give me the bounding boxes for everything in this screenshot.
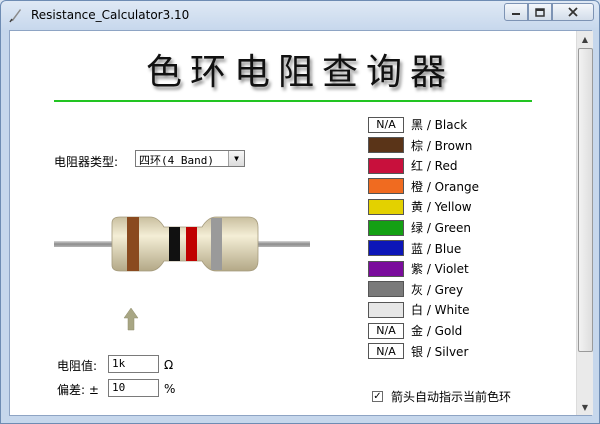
color-name: 绿 / Green <box>411 221 472 235</box>
feather-pen-icon <box>9 9 21 23</box>
close-icon <box>568 7 578 17</box>
band-1 <box>127 217 139 271</box>
color-row[interactable]: 红 / Red <box>368 157 457 174</box>
color-row[interactable]: 黄 / Yellow <box>368 198 472 215</box>
color-swatch[interactable]: N/A <box>368 322 404 339</box>
color-name: 棕 / Brown <box>411 138 473 153</box>
scroll-down-icon[interactable]: ▼ <box>577 399 593 415</box>
resistor-type-value: 四环(4 Band) <box>139 154 214 167</box>
color-row[interactable]: 紫 / Violet <box>368 260 469 277</box>
color-row[interactable]: N/A 黑 / Black <box>368 116 467 133</box>
client-area: 色环电阻查询器 电阻器类型: 四环(4 Band) ▼ 电阻值: 1k Ω 偏差… <box>9 30 593 416</box>
color-name: 黑 / Black <box>411 118 468 132</box>
band-4 <box>211 218 222 270</box>
color-row[interactable]: 棕 / Brown <box>368 137 472 154</box>
minimize-icon <box>512 13 520 15</box>
band-2 <box>169 227 180 261</box>
vertical-scrollbar[interactable]: ▲ ▼ <box>576 31 593 415</box>
resistance-input[interactable]: 1k <box>108 355 159 373</box>
scroll-up-icon[interactable]: ▲ <box>577 31 593 47</box>
close-button[interactable] <box>552 3 594 21</box>
color-swatch[interactable]: N/A <box>368 116 404 133</box>
color-name: 橙 / Orange <box>411 179 480 194</box>
window-title: Resistance_Calculator3.10 <box>31 8 190 22</box>
right-lead <box>254 241 310 247</box>
color-swatch[interactable] <box>368 157 404 174</box>
color-swatch[interactable] <box>368 240 404 257</box>
color-swatch[interactable] <box>368 137 404 154</box>
color-name: 红 / Red <box>411 159 458 174</box>
color-swatch[interactable] <box>368 219 404 236</box>
color-swatch[interactable]: N/A <box>368 343 404 360</box>
color-name: 黄 / Yellow <box>411 200 472 215</box>
color-name: 灰 / Grey <box>411 282 464 297</box>
left-lead <box>54 241 114 247</box>
color-name: 银 / Silver <box>411 344 469 359</box>
band-pointer-arrow-icon[interactable] <box>123 307 139 331</box>
color-swatch[interactable] <box>368 281 404 298</box>
maximize-button[interactable] <box>528 3 552 21</box>
minimize-button[interactable] <box>504 3 528 21</box>
color-name: 紫 / Violet <box>411 262 469 277</box>
resistance-label: 电阻值: <box>57 359 98 373</box>
tolerance-input[interactable]: 10 <box>108 379 159 397</box>
color-row[interactable]: 白 / White <box>368 301 470 318</box>
scrollbar-thumb[interactable] <box>578 48 593 352</box>
auto-arrow-option[interactable]: ✓ 箭头自动指示当前色环 <box>372 388 511 405</box>
dropdown-arrow-icon[interactable]: ▼ <box>228 151 244 166</box>
color-row[interactable]: N/A 金 / Gold <box>368 322 462 339</box>
ohm-unit: Ω <box>164 358 174 372</box>
color-row[interactable]: 绿 / Green <box>368 219 471 236</box>
resistor-type-label: 电阻器类型: <box>54 155 119 169</box>
color-name: 白 / White <box>411 303 470 318</box>
color-row[interactable]: 蓝 / Blue <box>368 240 461 257</box>
app-window: Resistance_Calculator3.10 色环电阻查询器 电阻器类型:… <box>0 0 600 424</box>
color-swatch[interactable] <box>368 198 404 215</box>
band-3 <box>186 227 197 261</box>
auto-arrow-label: 箭头自动指示当前色环 <box>391 390 512 404</box>
color-swatch[interactable] <box>368 301 404 318</box>
maximize-icon <box>535 7 545 17</box>
color-name: 蓝 / Blue <box>411 241 462 256</box>
color-row[interactable]: N/A 银 / Silver <box>368 343 468 360</box>
auto-arrow-checkbox[interactable]: ✓ <box>372 391 383 402</box>
page-title: 色环电阻查询器 <box>145 52 454 93</box>
color-row[interactable]: 灰 / Grey <box>368 281 463 298</box>
title-divider <box>54 100 532 102</box>
color-name: 金 / Gold <box>411 324 463 338</box>
tolerance-label: 偏差: ± <box>57 383 99 397</box>
color-row[interactable]: 橙 / Orange <box>368 178 479 195</box>
resistor-image <box>54 216 310 272</box>
resistor-type-select[interactable]: 四环(4 Band) ▼ <box>135 150 245 167</box>
percent-unit: % <box>164 382 176 396</box>
title-bar[interactable]: Resistance_Calculator3.10 <box>1 1 599 29</box>
color-swatch[interactable] <box>368 260 404 277</box>
color-swatch[interactable] <box>368 178 404 195</box>
